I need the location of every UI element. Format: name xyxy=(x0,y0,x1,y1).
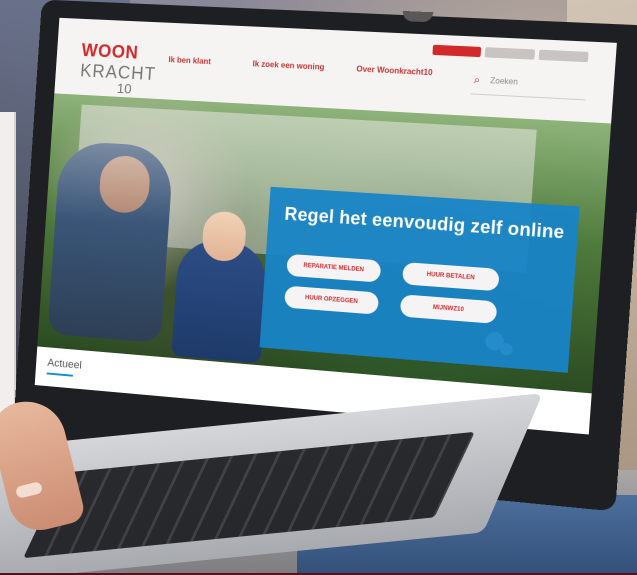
utility-button[interactable] xyxy=(432,45,481,57)
utility-button[interactable] xyxy=(538,50,588,63)
hero-banner: Regel het eenvoudig zelf online REPARATI… xyxy=(37,93,611,393)
search-icon: ⌕ xyxy=(473,74,480,88)
promo-panel: Regel het eenvoudig zelf online REPARATI… xyxy=(260,187,580,373)
nav-label: Over Woonkracht10 xyxy=(356,64,433,77)
section-underline xyxy=(47,372,73,376)
webcam-notch xyxy=(402,11,433,22)
logo-number: 10 xyxy=(117,83,148,94)
logo-word-kracht: KRACHT xyxy=(80,61,149,85)
mijnwz10-button[interactable]: MIJNWZ10 xyxy=(400,294,498,324)
utility-button[interactable] xyxy=(485,47,535,60)
nav-item-ik-ben-klant[interactable]: Ik ben klant xyxy=(168,56,211,66)
nav-item-over-woonkracht10[interactable]: Over Woonkracht10 xyxy=(356,65,433,77)
promo-title: Regel het eenvoudig zelf online xyxy=(284,204,570,244)
nav-label: Ik zoek een woning xyxy=(252,59,324,71)
laptop-display: WOON KRACHT 10 Ik ben klant Ik zoek een … xyxy=(35,18,617,435)
huur-opzeggen-button[interactable]: HUUR OPZEGGEN xyxy=(284,286,379,315)
search-box[interactable]: ⌕ Zoeken xyxy=(471,71,587,100)
utility-bar xyxy=(432,45,588,62)
nav-item-ik-zoek-een-woning[interactable]: Ik zoek een woning xyxy=(252,60,324,72)
site-logo[interactable]: WOON KRACHT 10 xyxy=(79,40,150,90)
huur-betalen-button[interactable]: HUUR BETALEN xyxy=(402,262,500,291)
photo-scene: WOON KRACHT 10 Ik ben klant Ik zoek een … xyxy=(0,0,637,575)
search-input[interactable]: Zoeken xyxy=(490,76,518,87)
section-title: Actueel xyxy=(47,357,82,372)
reparatie-melden-button[interactable]: REPARATIE MELDEN xyxy=(286,254,381,283)
nav-label: Ik ben klant xyxy=(168,55,211,66)
